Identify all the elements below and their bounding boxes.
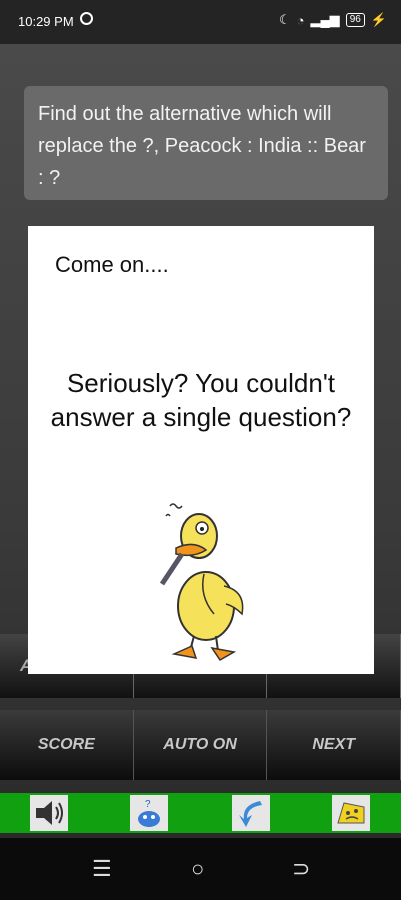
home-nav-button[interactable]: ○	[191, 856, 204, 882]
notification-icon	[80, 12, 93, 25]
status-bar: 10:29 PM ☾ ◔ ▂▄▆ 96 ⚡	[0, 0, 401, 44]
status-time: 10:29 PM	[18, 14, 74, 29]
svg-text:?: ?	[145, 799, 151, 810]
status-icons: ☾ ◔ ▂▄▆ 96 ⚡	[279, 12, 387, 28]
recents-nav-button[interactable]: ☰	[92, 856, 112, 882]
back-nav-button[interactable]: ⊃	[292, 856, 310, 882]
wifi-icon: ◔	[296, 12, 305, 28]
battery-icon: 96	[345, 13, 365, 27]
bird-icon[interactable]: ?	[130, 795, 168, 831]
moon-icon: ☾	[278, 12, 291, 27]
bottom-toolbar: ?	[0, 793, 401, 833]
score-button[interactable]: SCORE	[0, 710, 134, 780]
speaker-icon[interactable]	[30, 795, 68, 831]
cheese-icon[interactable]	[332, 795, 370, 831]
auto-button[interactable]: AUTO ON	[133, 710, 268, 780]
signal-icon: ▂▄▆	[310, 12, 340, 27]
charging-icon: ⚡	[370, 12, 387, 27]
next-button[interactable]: NEXT	[267, 710, 401, 780]
controls-row: SCORE AUTO ON NEXT	[0, 710, 401, 780]
dialog-message: Seriously? You couldn't answer a single …	[50, 368, 352, 432]
question-box: Find out the alternative which will repl…	[24, 86, 388, 200]
back-arrow-icon[interactable]	[232, 795, 270, 831]
duck-image	[154, 496, 254, 671]
system-nav-bar: ☰ ○ ⊃	[0, 838, 401, 900]
result-dialog: Come on.... Seriously? You couldn't answ…	[28, 226, 374, 674]
dialog-title: Come on....	[55, 252, 169, 277]
